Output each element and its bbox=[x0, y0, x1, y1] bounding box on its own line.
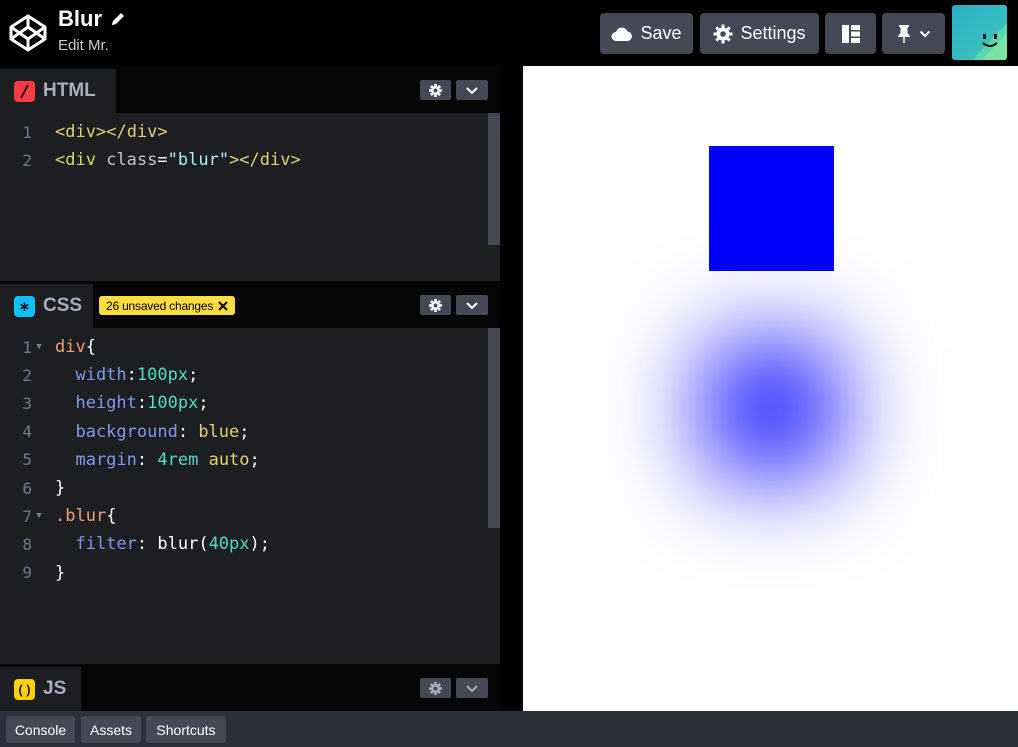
line-number: 6 bbox=[22, 478, 32, 498]
html-settings-button[interactable] bbox=[420, 80, 451, 100]
js-settings-button[interactable] bbox=[420, 678, 451, 698]
code-line[interactable]: 4 background: blue; bbox=[0, 418, 488, 446]
line-number: 1 bbox=[22, 122, 32, 142]
settings-button[interactable]: Settings bbox=[700, 13, 819, 54]
css-asterisk-icon: ∗ bbox=[14, 295, 35, 317]
code-line[interactable]: 9} bbox=[0, 559, 488, 587]
code-text: background: blue; bbox=[55, 421, 250, 442]
codepen-logo-icon[interactable] bbox=[8, 13, 48, 53]
pen-subtitle[interactable]: Edit Mr. bbox=[58, 37, 126, 54]
tab-css-label: CSS bbox=[43, 295, 83, 316]
save-label: Save bbox=[640, 23, 682, 43]
gear-icon bbox=[429, 298, 442, 312]
css-panel-header: ∗ CSS 26 unsaved changes bbox=[0, 281, 500, 328]
code-line[interactable]: 2 width:100px; bbox=[0, 361, 488, 389]
html-scrollbar[interactable] bbox=[488, 113, 500, 245]
code-line[interactable]: 1 <div></div> bbox=[0, 118, 488, 146]
code-text: margin: 4rem auto; bbox=[55, 449, 260, 470]
code-text: } bbox=[55, 562, 66, 583]
assets-button[interactable]: Assets bbox=[81, 716, 141, 743]
title-area: Blur Edit Mr. bbox=[58, 6, 126, 54]
unsaved-changes-badge[interactable]: 26 unsaved changes bbox=[99, 296, 236, 315]
code-text: height:100px; bbox=[55, 393, 209, 414]
gear-icon bbox=[429, 83, 442, 97]
code-line[interactable]: 5 margin: 4rem auto; bbox=[0, 446, 488, 474]
line-number: 8 bbox=[22, 534, 32, 554]
html-panel-header: HTML bbox=[0, 66, 500, 113]
line-number: 2 bbox=[22, 150, 32, 170]
save-button[interactable]: Save bbox=[600, 13, 693, 54]
unsaved-changes-text: 26 unsaved changes bbox=[106, 298, 214, 313]
css-code-editor[interactable]: 1 ▼ div{2 width:100px; 3 height:100px; 4 bac… bbox=[0, 328, 500, 662]
preview-blurred-square bbox=[709, 346, 834, 471]
preview-blue-square bbox=[709, 146, 834, 271]
cloud-icon bbox=[611, 26, 633, 41]
js-panel-header: ( ) JS bbox=[0, 664, 500, 711]
line-number: 2 bbox=[22, 365, 32, 385]
line-number: 1 bbox=[22, 337, 32, 357]
code-text: div{ bbox=[55, 337, 96, 357]
close-icon[interactable] bbox=[218, 300, 228, 311]
code-line[interactable]: 3 height:100px; bbox=[0, 389, 488, 417]
line-number: 5 bbox=[22, 450, 32, 470]
chevron-down-icon bbox=[919, 30, 931, 37]
pin-menu-button[interactable] bbox=[882, 13, 945, 54]
fold-arrow-icon[interactable]: ▼ bbox=[32, 511, 46, 521]
code-line[interactable]: 1 ▼ div{ bbox=[0, 333, 488, 361]
code-text: .blur{ bbox=[55, 506, 117, 527]
code-text: <div></div> bbox=[55, 122, 168, 142]
pin-icon bbox=[898, 24, 910, 43]
change-view-button[interactable] bbox=[825, 13, 876, 54]
code-text: filter: blur(40px); bbox=[55, 534, 270, 555]
editor-resizer[interactable] bbox=[500, 66, 523, 711]
line-number: 9 bbox=[22, 563, 32, 583]
pen-title-row[interactable]: Blur bbox=[58, 6, 126, 32]
css-scrollbar[interactable] bbox=[488, 328, 500, 528]
result-preview[interactable] bbox=[523, 66, 1018, 711]
chevron-down-icon bbox=[466, 301, 478, 309]
pencil-icon[interactable] bbox=[110, 11, 126, 27]
html-collapse-button[interactable] bbox=[456, 80, 488, 100]
code-line[interactable]: 6} bbox=[0, 474, 488, 502]
gear-icon bbox=[713, 24, 733, 43]
tab-html-label: HTML bbox=[43, 80, 96, 101]
code-text: <div class="blur"></div> bbox=[55, 150, 301, 171]
gear-icon bbox=[429, 681, 442, 695]
line-number: 3 bbox=[22, 393, 32, 413]
layout-icon bbox=[841, 24, 860, 43]
html-slash-icon bbox=[14, 80, 35, 102]
user-avatar[interactable] bbox=[952, 5, 1007, 60]
chevron-down-icon bbox=[466, 684, 478, 692]
tab-html[interactable]: HTML bbox=[0, 69, 116, 113]
bottom-bar: Console Assets Shortcuts bbox=[0, 711, 1018, 747]
code-text: } bbox=[55, 478, 66, 498]
pen-title[interactable]: Blur bbox=[58, 6, 102, 32]
code-line[interactable]: 8 filter: blur(40px); bbox=[0, 530, 488, 558]
console-button[interactable]: Console bbox=[6, 716, 75, 743]
tab-js-label: JS bbox=[43, 678, 67, 699]
html-code-editor[interactable]: 1 <div></div> 2 <div class="blur"></div> bbox=[0, 113, 500, 279]
editors-column: HTML 1 <div></div> 2 <div class="blur"></di… bbox=[0, 66, 500, 711]
tab-css[interactable]: ∗ CSS bbox=[0, 284, 93, 328]
shortcuts-button[interactable]: Shortcuts bbox=[146, 716, 226, 743]
fold-arrow-icon[interactable]: ▼ bbox=[32, 342, 46, 352]
js-braces-icon: ( ) bbox=[14, 678, 35, 700]
tab-js[interactable]: ( ) JS bbox=[0, 667, 81, 711]
top-header: Blur Edit Mr. Save Settings bbox=[0, 0, 1018, 66]
settings-label: Settings bbox=[740, 23, 806, 43]
css-collapse-button[interactable] bbox=[456, 295, 488, 315]
css-settings-button[interactable] bbox=[420, 295, 451, 315]
code-text: width:100px; bbox=[55, 365, 199, 386]
line-number: 4 bbox=[22, 422, 32, 442]
line-number: 7 bbox=[22, 506, 32, 526]
code-line[interactable]: 7 ▼ .blur{ bbox=[0, 502, 488, 530]
js-collapse-button[interactable] bbox=[456, 678, 488, 698]
code-line[interactable]: 2 <div class="blur"></div> bbox=[0, 146, 488, 174]
chevron-down-icon bbox=[466, 86, 478, 94]
